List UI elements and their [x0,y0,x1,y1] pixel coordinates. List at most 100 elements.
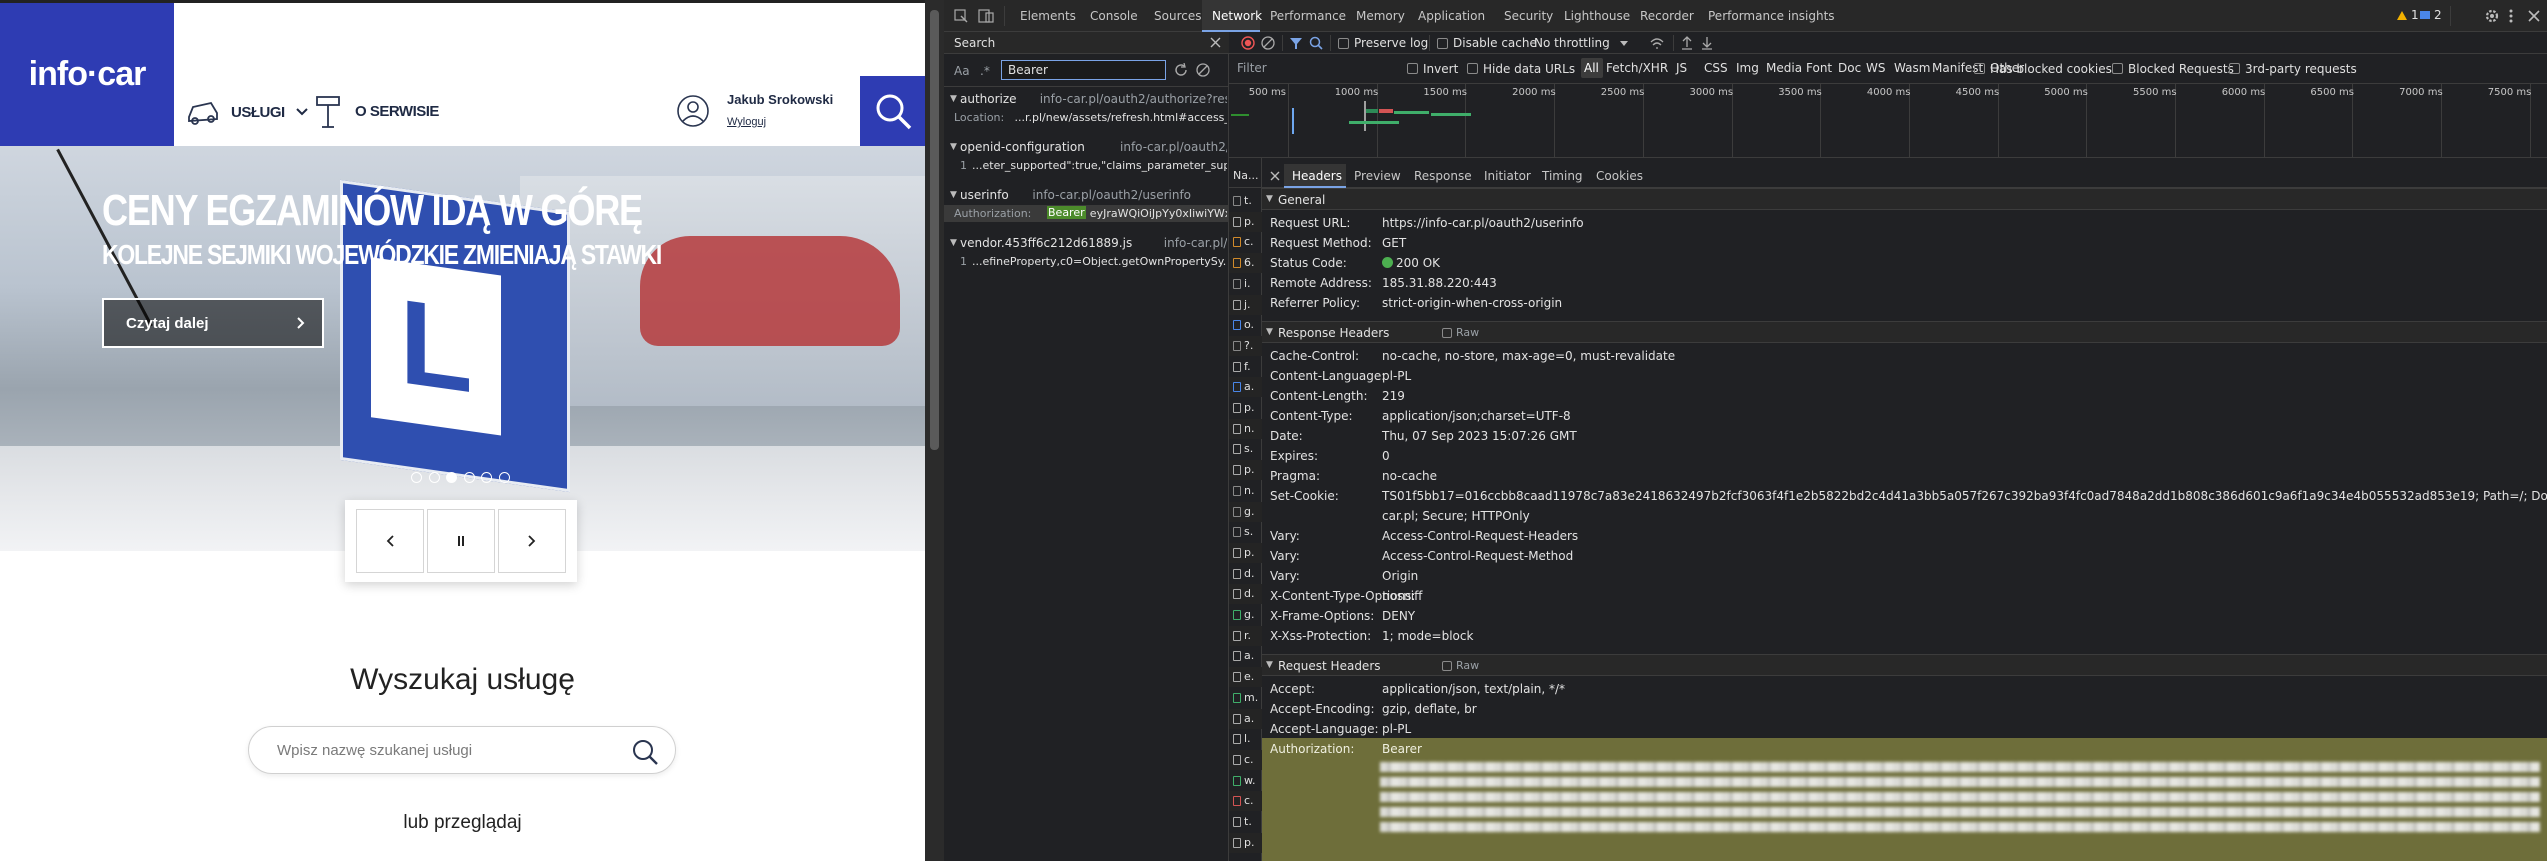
type-filter-media[interactable]: Media [1763,58,1803,78]
request-row[interactable]: a. [1229,377,1262,398]
carousel-dot[interactable] [428,472,440,483]
expand-triangle-icon[interactable]: ▼ [950,94,957,104]
request-row[interactable]: p. [1229,398,1262,418]
type-filter-font[interactable]: Font [1803,58,1835,78]
invert-checkbox[interactable] [1407,63,1418,74]
request-row[interactable]: p. [1229,832,1262,853]
section-header[interactable]: ▼ General [1262,188,2547,210]
request-row[interactable]: d. [1229,584,1262,605]
result-match-line[interactable]: Location: ...r.pl/new/assets/refresh.html… [944,109,1229,126]
section-header[interactable]: ▼ Response Headers Raw [1262,321,2547,343]
request-row[interactable]: c. [1229,791,1262,812]
request-row[interactable]: a. [1229,646,1262,666]
request-row[interactable]: t. [1229,191,1262,211]
disable-cache-checkbox[interactable] [1437,38,1448,49]
settings-gear-icon[interactable] [2484,8,2500,24]
site-logo[interactable]: info·car [0,3,174,146]
request-row[interactable]: j. [1229,294,1262,315]
logout-link[interactable]: Wyloguj [727,116,766,128]
filter-icon[interactable] [1289,36,1303,50]
carousel-dot[interactable] [411,472,422,483]
carousel-next-button[interactable] [498,509,566,573]
request-row[interactable]: g. [1229,605,1262,625]
carousel-dot[interactable] [463,472,475,483]
more-options-icon[interactable] [2509,8,2513,24]
tab-memory[interactable]: Memory [1346,0,1408,32]
hide-data-urls-checkbox[interactable] [1467,63,1478,74]
tab-performance-insights[interactable]: Performance insights [1698,0,1835,32]
search-result-group[interactable]: ▼openid-configuration info-car.pl/oauth2/… [944,140,1229,180]
clear-log-icon[interactable] [1261,36,1275,50]
result-match-line[interactable]: 1 ...efineProperty,c0=Object.getOwnProper… [944,253,1229,270]
expand-triangle-icon[interactable]: ▼ [1266,194,1273,204]
carousel-dot[interactable] [498,472,510,483]
nav-services[interactable]: USŁUGI [185,93,309,131]
request-row[interactable]: d. [1229,564,1262,584]
request-row[interactable]: s. [1229,522,1262,542]
detail-tab-preview[interactable]: Preview [1346,164,1406,188]
read-more-button[interactable]: Czytaj dalej [102,298,324,348]
detail-tab-response[interactable]: Response [1406,164,1476,188]
detail-tab-headers[interactable]: Headers [1284,164,1346,188]
inspect-icon[interactable] [954,9,968,23]
tab-lighthouse[interactable]: Lighthouse [1554,0,1630,32]
clear-search-icon[interactable] [1196,63,1210,77]
throttling-select[interactable]: No throttling [1534,34,1634,52]
request-row[interactable]: l. [1229,729,1262,749]
warnings-badge[interactable]: 1 [2396,8,2419,22]
search-button[interactable] [860,76,925,146]
export-har-icon[interactable] [1700,35,1714,50]
tab-sources[interactable]: Sources [1144,0,1202,32]
type-filter-ws[interactable]: WS [1863,58,1891,78]
request-row[interactable]: ?. [1229,335,1262,356]
request-row[interactable]: n. [1229,418,1262,439]
request-row[interactable]: p. [1229,460,1262,481]
carousel-pause-button[interactable] [427,509,495,573]
service-search-input[interactable]: Wpisz nazwę szukanej usługi [248,726,676,774]
request-row[interactable]: o. [1229,315,1262,335]
search-result-group[interactable]: ▼ authorize info-car.pl/oauth2/authorize?r… [944,92,1229,132]
carousel-dot[interactable] [446,472,457,483]
search-icon[interactable] [631,738,659,766]
expand-triangle-icon[interactable]: ▼ [950,142,957,152]
site-scrollbar[interactable] [925,0,944,861]
carousel-dot[interactable] [481,472,492,483]
type-filter-all[interactable]: All [1581,58,1603,78]
request-row[interactable]: m. [1229,688,1262,708]
import-har-icon[interactable] [1680,35,1694,50]
type-filter-img[interactable]: Img [1733,58,1763,78]
timeline-overview[interactable]: 500 ms 1000 ms 1500 ms 2000 ms 2500 ms 3000 m… [1229,84,2547,158]
close-devtools-icon[interactable] [2528,10,2540,22]
type-filter-css[interactable]: CSS [1701,58,1733,78]
tab-console[interactable]: Console [1080,0,1144,32]
request-row[interactable]: c. [1229,749,1262,770]
device-toolbar-icon[interactable] [978,9,994,23]
refresh-icon[interactable] [1174,63,1188,77]
request-row[interactable]: 6. [1229,253,1262,274]
expand-triangle-icon[interactable]: ▼ [1266,327,1273,337]
expand-triangle-icon[interactable]: ▼ [950,190,957,200]
tab-security[interactable]: Security [1494,0,1554,32]
request-row[interactable]: c. [1229,232,1262,252]
expand-triangle-icon[interactable]: ▼ [950,238,957,248]
request-row[interactable]: g. [1229,501,1262,522]
messages-badge[interactable]: 2 [2419,8,2442,22]
carousel-prev-button[interactable] [356,509,424,573]
request-row[interactable]: r. [1229,625,1262,646]
tab-application[interactable]: Application [1408,0,1494,32]
blocked-requests-checkbox[interactable] [2112,63,2123,74]
request-row[interactable]: s. [1229,439,1262,459]
tab-elements[interactable]: Elements [1010,0,1080,32]
expand-triangle-icon[interactable]: ▼ [1266,660,1273,670]
nav-about[interactable]: O SERWISIE [315,91,439,131]
result-match-line[interactable]: Authorization: Bearer eyJraWQiOiJpYy0xIiw… [944,205,1229,222]
raw-checkbox[interactable] [1442,661,1452,671]
authorization-header-row[interactable]: Authorization: Bearer [1262,738,2547,861]
close-details-icon[interactable] [1270,171,1280,181]
request-row[interactable]: p. [1229,211,1262,232]
detail-tab-initiator[interactable]: Initiator [1476,164,1534,188]
request-list-header[interactable]: Na... [1229,164,1262,188]
network-conditions-icon[interactable] [1649,36,1665,50]
type-filter-wasm[interactable]: Wasm [1891,58,1930,78]
match-case-toggle[interactable]: Aa [954,64,970,78]
